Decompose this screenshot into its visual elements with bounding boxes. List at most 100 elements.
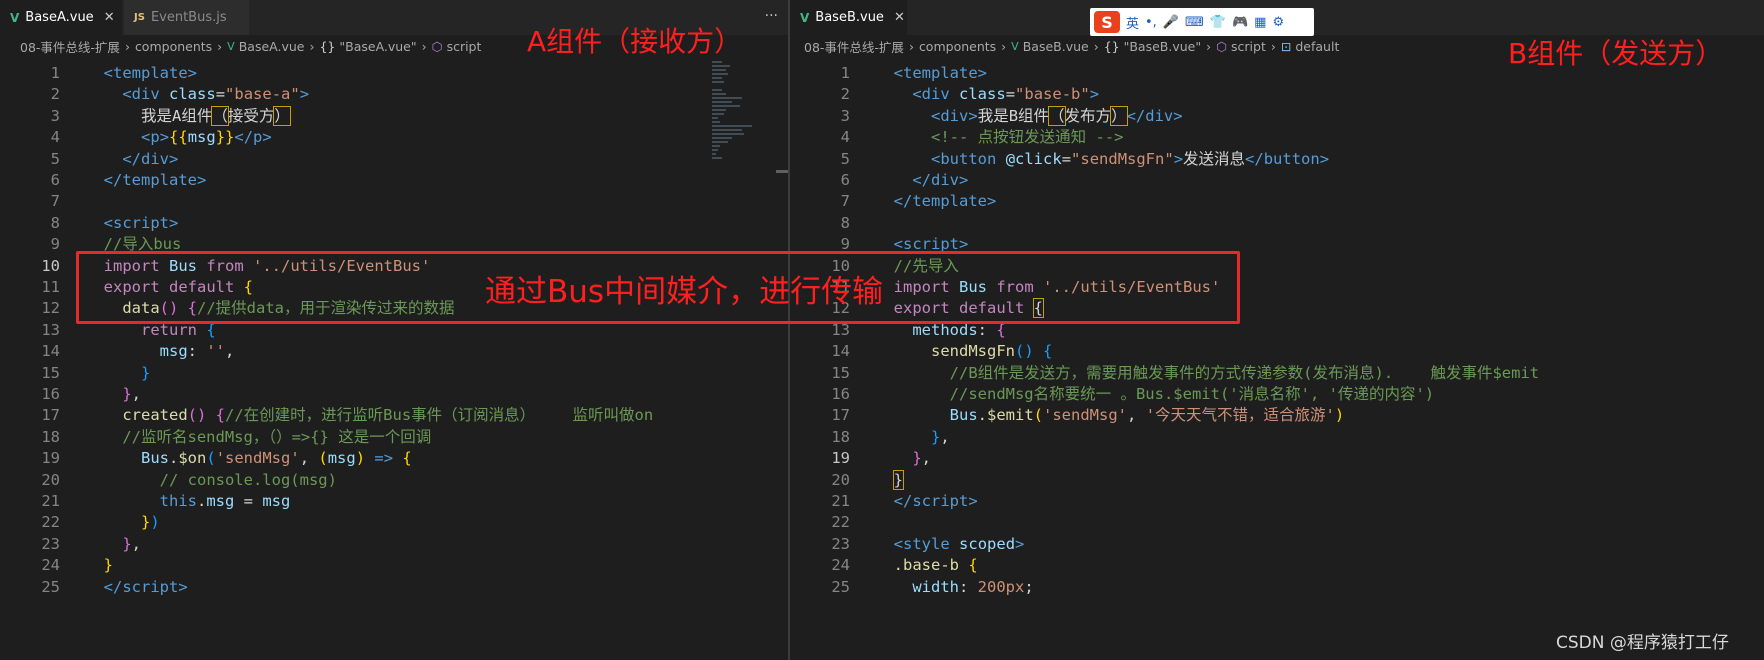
ime-settings-icon[interactable]: ⚙ — [1272, 15, 1284, 30]
code-token: div — [131, 85, 160, 104]
code-token: > — [977, 64, 987, 82]
code-token: } — [912, 449, 922, 468]
code-token: > — [178, 577, 188, 596]
breadcrumb-item[interactable]: 08-事件总线-扩展 — [20, 37, 120, 56]
code-token: p — [253, 128, 263, 147]
code-token: （ — [1048, 105, 1066, 126]
breadcrumb-item[interactable]: default — [1295, 39, 1339, 54]
minimap-line — [712, 113, 724, 115]
ime-skin-icon[interactable]: 👕 — [1210, 15, 1226, 30]
code-text: </div> — [875, 168, 968, 192]
code-token: div — [141, 149, 169, 168]
code-token: div — [940, 106, 969, 125]
line-number: 20 — [41, 470, 60, 489]
code-text: width: 200px; — [875, 575, 1034, 599]
code-text: 我是A组件（接受方） — [85, 104, 291, 128]
ime-grid-icon[interactable]: ▦ — [1254, 15, 1266, 30]
minimap-line — [712, 61, 722, 63]
line-number: 23 — [831, 534, 850, 553]
close-tab-icon[interactable]: ✕ — [104, 10, 115, 25]
line-number: 16 — [831, 385, 850, 403]
ime-game-icon[interactable]: 🎮 — [1232, 15, 1248, 30]
code-token: } — [122, 534, 132, 553]
code-editor[interactable]: 1 <template> 2 <div class="base-b"> 3 <div… — [790, 57, 1764, 660]
tab-baseb-vue[interactable]: V BaseB.vue ✕ — [790, 0, 908, 35]
ime-toolbar[interactable]: S 英 •, 🎤 ⌨ 👕 🎮 ▦ ⚙ — [1090, 8, 1314, 36]
code-text: .base-b { — [875, 553, 978, 577]
code-token: < — [912, 85, 922, 104]
more-actions-icon[interactable]: ··· — [765, 8, 778, 24]
line-number: 15 — [831, 363, 850, 382]
breadcrumb-separator-icon: › — [1093, 38, 1099, 54]
breadcrumb-item[interactable]: script — [447, 39, 482, 54]
ime-punctuation-icon[interactable]: •, — [1145, 15, 1157, 30]
code-token: > — [169, 149, 179, 168]
code-token: script — [912, 492, 969, 510]
breadcrumb-item[interactable]: components — [919, 39, 996, 54]
ime-language-toggle[interactable]: 英 — [1126, 13, 1139, 32]
line-number: 17 — [831, 406, 850, 425]
breadcrumb-item[interactable]: 08-事件总线-扩展 — [804, 37, 904, 56]
minimap-line — [712, 81, 724, 83]
code-token: = — [1005, 85, 1016, 104]
tab-label: BaseB.vue — [815, 10, 884, 25]
line-number: 21 — [41, 492, 60, 510]
scrollbar-thumb[interactable] — [776, 170, 788, 173]
sogou-logo-icon[interactable]: S — [1094, 11, 1120, 33]
breadcrumb-item[interactable]: BaseB.vue — [1023, 39, 1089, 54]
minimap[interactable] — [710, 57, 770, 177]
code-token: ; — [1024, 577, 1034, 596]
code-token: ) — [1334, 406, 1345, 425]
code-token: > — [262, 128, 272, 147]
tab-eventbus-js[interactable]: JS EventBus.js — [124, 0, 250, 35]
breadcrumb-item[interactable]: BaseA.vue — [239, 39, 305, 54]
code-text: //B组件是发送方，需要用触发事件的方式传递参数(发布消息). 触发事件$emi… — [875, 361, 1540, 385]
code-token: "base-a" — [225, 85, 300, 104]
code-token: Bus — [141, 449, 169, 468]
line-number: 21 — [831, 492, 850, 510]
code-editor[interactable]: 1 <template> 2 <div class="base-a"> 3 我是A组… — [0, 57, 788, 660]
code-text: <div class="base-b"> — [875, 82, 1099, 106]
code-token: width — [912, 577, 959, 596]
ime-microphone-icon[interactable]: 🎤 — [1163, 15, 1179, 30]
minimap-line — [712, 117, 718, 119]
code-token: } — [122, 385, 132, 403]
code-text: } — [85, 553, 113, 577]
code-token: , — [1127, 406, 1146, 425]
breadcrumb-item[interactable]: "BaseA.vue" — [339, 39, 416, 54]
breadcrumb-item[interactable]: components — [135, 39, 212, 54]
close-tab-icon[interactable]: ✕ — [894, 10, 905, 25]
breadcrumb-item[interactable]: script — [1231, 39, 1266, 54]
minimap-line — [712, 97, 742, 99]
line-number: 8 — [50, 213, 60, 232]
code-token: </ — [912, 171, 931, 189]
code-token: ） — [273, 105, 291, 126]
minimap-line — [712, 133, 744, 135]
minimap-line — [712, 101, 732, 103]
code-text: </script> — [875, 489, 978, 513]
code-token: > — [1089, 85, 1100, 104]
breadcrumb-item[interactable]: "BaseB.vue" — [1124, 39, 1202, 54]
tab-basea-vue[interactable]: V BaseA.vue ✕ — [0, 0, 123, 35]
code-token: style — [903, 534, 950, 553]
minimap-line — [712, 65, 730, 67]
code-token: } — [892, 469, 905, 490]
ime-keyboard-icon[interactable]: ⌨ — [1185, 15, 1204, 30]
watermark: CSDN @程序猿打工仔 — [1556, 633, 1729, 653]
code-token: , — [299, 449, 319, 468]
line-number: 4 — [50, 128, 60, 147]
